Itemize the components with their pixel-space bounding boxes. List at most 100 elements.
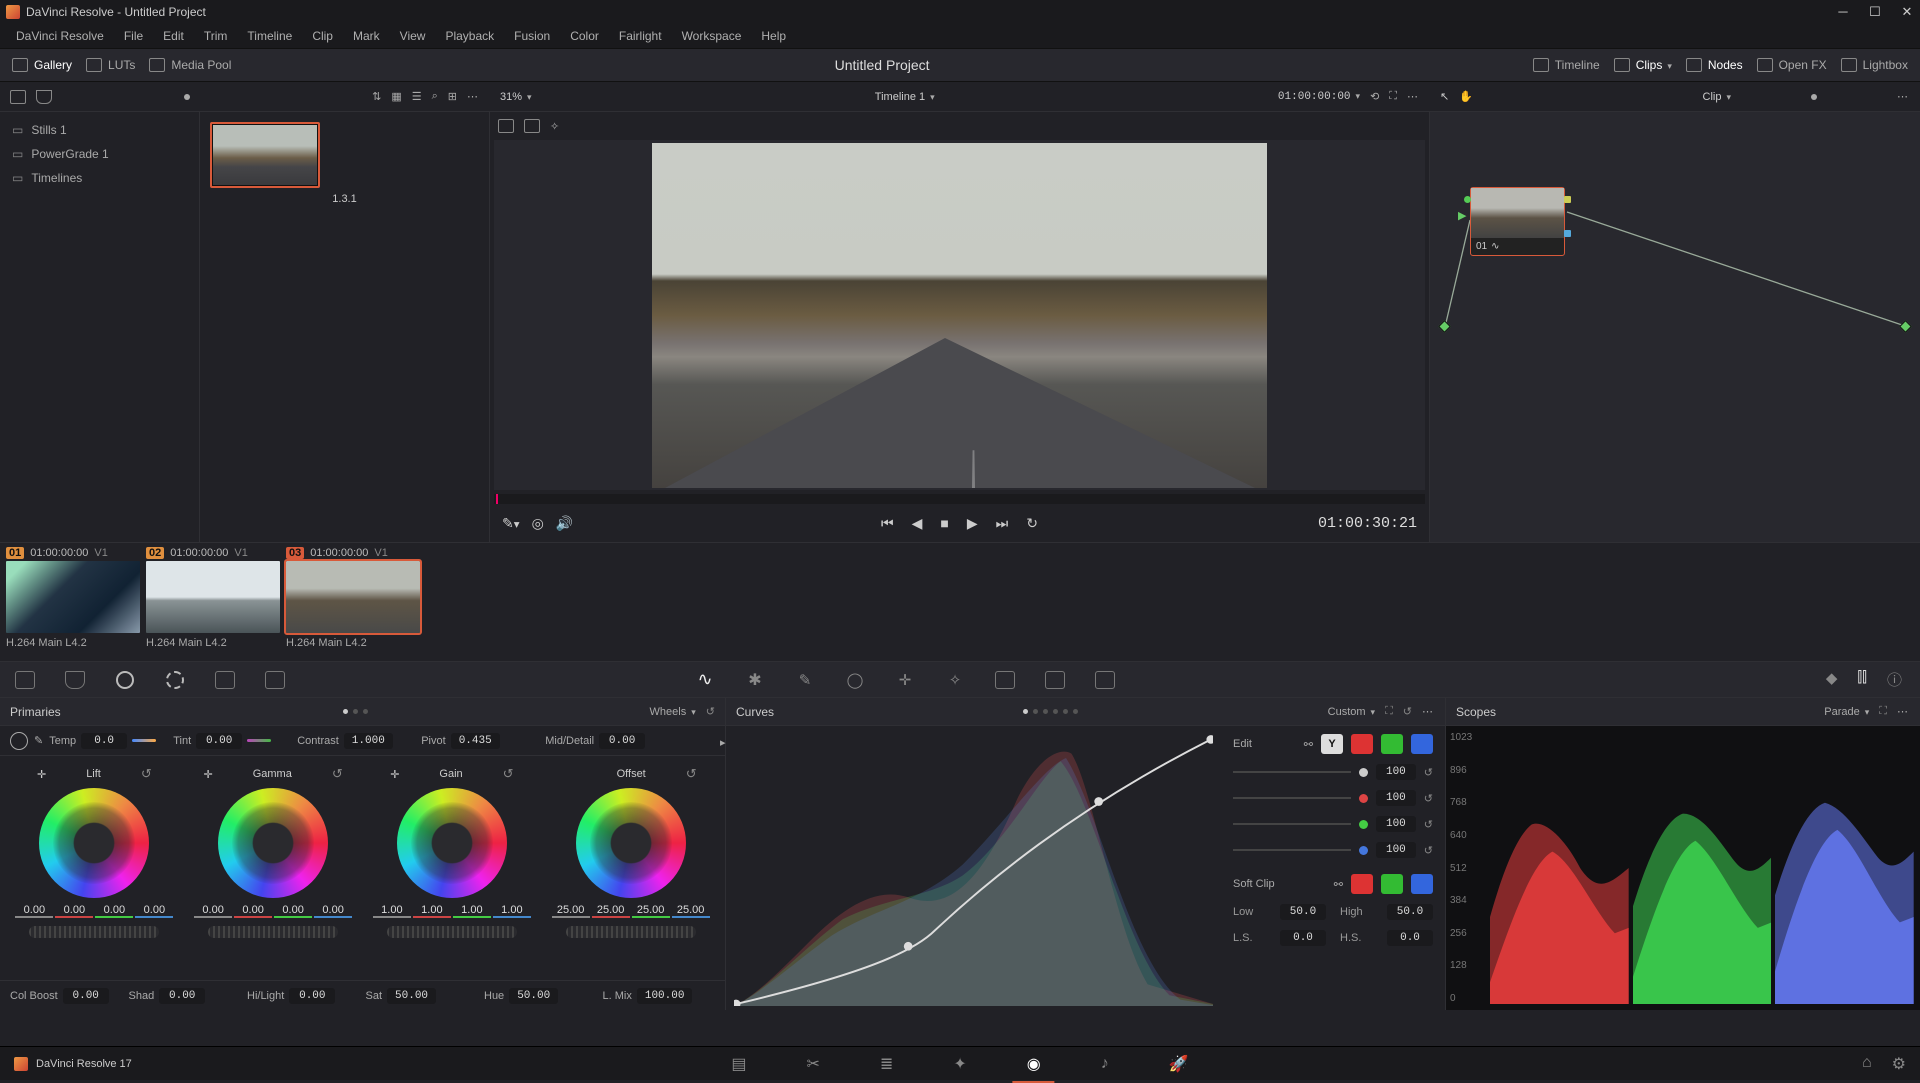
edit-y-button[interactable]: Y — [1321, 734, 1343, 754]
viewer-out-timecode[interactable]: 01:00:30:21 — [1318, 515, 1417, 532]
info-palette-icon[interactable]: ⓘ — [1887, 669, 1902, 690]
menu-file[interactable]: File — [114, 25, 153, 47]
offset-jog[interactable] — [566, 926, 696, 938]
bsm-palette-icon[interactable] — [980, 671, 1030, 689]
picker-white-icon[interactable] — [10, 732, 28, 750]
primaries-palette-icon[interactable] — [100, 671, 150, 689]
lift-reset-icon[interactable]: ↺ — [141, 766, 152, 782]
info-icon[interactable]: ⊞ — [448, 90, 457, 103]
menu-edit[interactable]: Edit — [153, 25, 194, 47]
panel-layout-icon[interactable] — [10, 90, 26, 104]
gain-yrgb-icon[interactable]: ✛ — [390, 768, 399, 781]
mediapool-toggle[interactable]: Media Pool — [149, 58, 231, 72]
camera-raw-palette-icon[interactable] — [0, 671, 50, 689]
slider-dot[interactable] — [184, 94, 190, 100]
curves-more-icon[interactable]: ⋯ — [1422, 705, 1435, 718]
softclip-ls[interactable]: 0.0 — [1280, 930, 1326, 946]
node-input-anchor[interactable]: ▶ — [1458, 209, 1466, 222]
intensity-y[interactable]: 100 — [1376, 764, 1416, 780]
keyframes-palette-icon[interactable]: ◆ — [1826, 669, 1838, 690]
grab-still-icon[interactable] — [36, 90, 52, 104]
menu-playback[interactable]: Playback — [435, 25, 504, 47]
next-clip-button[interactable]: ⏭ — [996, 515, 1009, 532]
fusion-page-icon[interactable]: ✦ — [953, 1054, 966, 1074]
curves-expand-icon[interactable]: ⛶ — [1385, 705, 1393, 718]
qualifier-picker-icon[interactable]: ✎▾ — [502, 515, 520, 532]
softclip-r-button[interactable] — [1351, 874, 1373, 894]
sizing-palette-icon[interactable] — [1080, 671, 1130, 689]
clip-thumb-1[interactable]: 0101:00:00:00V1 H.264 Main L4.2 — [6, 547, 140, 657]
close-button[interactable]: ✕ — [1900, 4, 1914, 20]
colboost-value[interactable]: 0.00 — [63, 988, 109, 1004]
image-wipe-icon[interactable] — [498, 119, 514, 133]
gamma-wheel[interactable] — [218, 788, 328, 898]
gain-jog[interactable] — [387, 926, 517, 938]
prev-clip-button[interactable]: ⏮ — [881, 515, 894, 532]
mute-icon[interactable]: 🔊 — [556, 515, 573, 532]
color-page-icon[interactable]: ◉ — [1027, 1054, 1041, 1074]
gallery-album-timelines[interactable]: ▭Timelines — [0, 166, 199, 190]
hilight-value[interactable]: 0.00 — [289, 988, 335, 1004]
media-page-icon[interactable]: ▤ — [731, 1054, 746, 1074]
intensity-g[interactable]: 100 — [1376, 816, 1416, 832]
fairlight-page-icon[interactable]: ♪ — [1101, 1055, 1109, 1073]
highlight-icon[interactable]: ✧ — [550, 120, 559, 133]
unmix-icon[interactable]: ◎ — [532, 515, 544, 532]
list-view-icon[interactable]: ☰ — [412, 90, 422, 103]
gain-reset-icon[interactable]: ↺ — [503, 766, 514, 782]
curves-palette-icon[interactable]: ∿ — [680, 669, 730, 690]
sat-value[interactable]: 50.00 — [387, 988, 436, 1004]
clips-toggle[interactable]: Clips — [1614, 58, 1672, 72]
loop-icon[interactable]: ⟲ — [1370, 90, 1379, 103]
softclip-link-icon[interactable]: ⚯ — [1334, 878, 1343, 891]
nodes-toggle[interactable]: Nodes — [1686, 58, 1743, 72]
split-icon[interactable] — [524, 119, 540, 133]
pivot-value[interactable]: 0.435 — [451, 733, 500, 749]
softclip-g-button[interactable] — [1381, 874, 1403, 894]
gamma-jog[interactable] — [208, 926, 338, 938]
viewer-image[interactable] — [652, 143, 1267, 488]
hdr-palette-icon[interactable] — [150, 671, 200, 689]
intensity-y-reset-icon[interactable]: ↺ — [1424, 766, 1433, 779]
timeline-selector[interactable]: Timeline 1 — [875, 91, 935, 103]
hand-icon[interactable]: ✋ — [1459, 90, 1473, 103]
motion-palette-icon[interactable] — [250, 671, 300, 689]
intensity-g-reset-icon[interactable]: ↺ — [1424, 818, 1433, 831]
lift-jog[interactable] — [29, 926, 159, 938]
node-editor[interactable]: ▶ 01∿ — [1430, 112, 1920, 542]
temp-value[interactable]: 0.0 — [81, 733, 127, 749]
menu-davinci[interactable]: DaVinci Resolve — [6, 25, 114, 47]
warper-palette-icon[interactable]: ✱ — [730, 670, 780, 690]
edit-link-icon[interactable]: ⚯ — [1304, 738, 1313, 751]
scopes-expand-icon[interactable]: ⛶ — [1879, 705, 1887, 718]
key-palette-icon[interactable] — [1030, 671, 1080, 689]
zoom-dropdown[interactable]: 31% — [500, 91, 532, 103]
hue-value[interactable]: 50.00 — [509, 988, 558, 1004]
menu-timeline[interactable]: Timeline — [237, 25, 302, 47]
node-zoom-dot[interactable] — [1811, 94, 1817, 100]
timeline-toggle[interactable]: Timeline — [1533, 58, 1600, 72]
more-icon[interactable]: ⋯ — [467, 90, 480, 103]
still-thumbnail[interactable] — [210, 122, 320, 188]
grid-view-icon[interactable]: ▦ — [391, 90, 401, 103]
curves-mode-dropdown[interactable]: Custom — [1328, 706, 1375, 718]
contrast-value[interactable]: 1.000 — [344, 733, 393, 749]
intensity-r[interactable]: 100 — [1376, 790, 1416, 806]
scrub-bar[interactable] — [494, 494, 1425, 504]
menu-workspace[interactable]: Workspace — [672, 25, 752, 47]
lift-wheel[interactable] — [39, 788, 149, 898]
color-match-palette-icon[interactable] — [50, 671, 100, 689]
intensity-r-reset-icon[interactable]: ↺ — [1424, 792, 1433, 805]
menu-color[interactable]: Color — [560, 25, 609, 47]
pointer-icon[interactable]: ↖ — [1440, 90, 1449, 103]
offset-reset-icon[interactable]: ↺ — [686, 766, 697, 782]
menu-view[interactable]: View — [390, 25, 436, 47]
lmix-value[interactable]: 100.00 — [637, 988, 693, 1004]
gallery-toggle[interactable]: Gallery — [12, 58, 72, 72]
lift-yrgb-icon[interactable]: ✛ — [37, 768, 46, 781]
corrector-node[interactable]: 01∿ — [1470, 187, 1565, 256]
intensity-b[interactable]: 100 — [1376, 842, 1416, 858]
scopes-palette-icon[interactable]: ⫿⫿ — [1857, 669, 1867, 690]
primaries-mode-dropdown[interactable]: Wheels — [650, 706, 696, 718]
tracker-palette-icon[interactable]: ✛ — [880, 671, 930, 689]
